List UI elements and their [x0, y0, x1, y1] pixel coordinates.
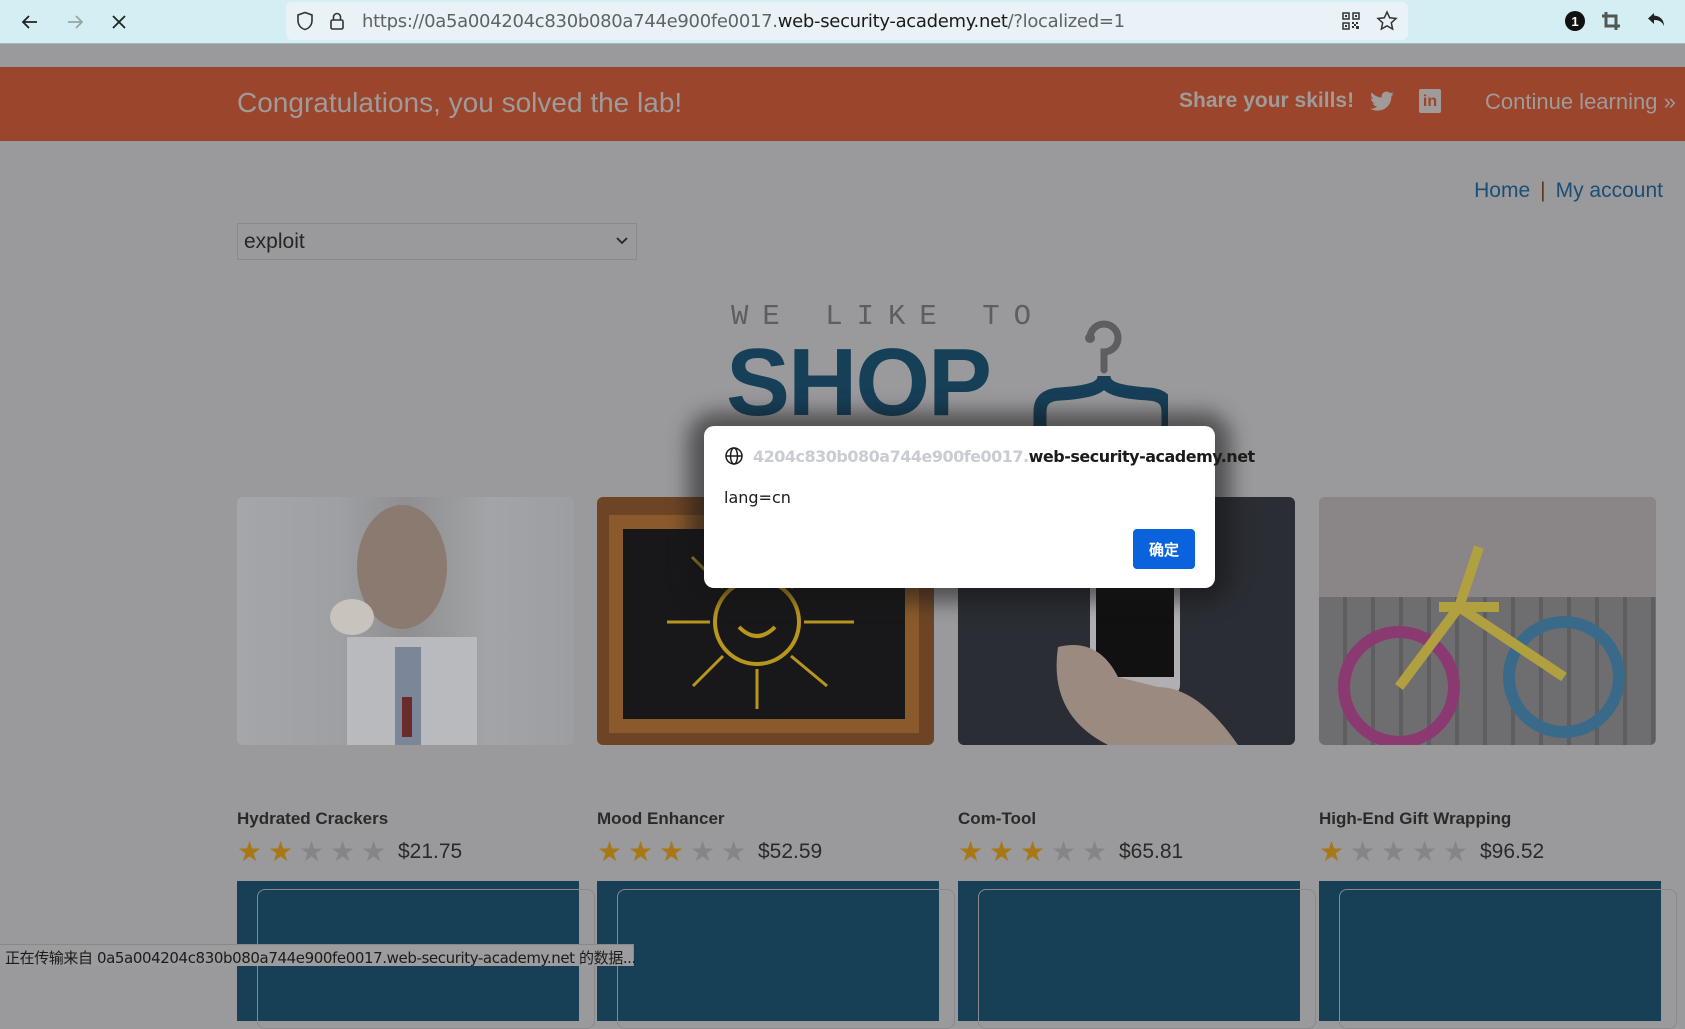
- product-name[interactable]: Com-Tool: [958, 809, 1036, 829]
- linkedin-icon[interactable]: in: [1419, 89, 1441, 113]
- url-prefix: https://0a5a004204c830b080a744e900fe0017…: [362, 11, 778, 32]
- chevron-right-icon: »: [1663, 89, 1676, 114]
- star-filled-icon: ★: [989, 836, 1015, 867]
- lab-solved-banner: Congratulations, you solved the lab! Sha…: [0, 67, 1685, 141]
- star-empty-icon: ★: [299, 836, 325, 867]
- language-select-value: exploit: [244, 230, 305, 253]
- ok-button[interactable]: 确定: [1133, 529, 1195, 569]
- url-host: web-security-academy.net: [777, 11, 1008, 32]
- chevron-down-icon: [616, 232, 628, 250]
- star-empty-icon: ★: [1412, 836, 1438, 867]
- dialog-origin: 4204c830b080a744e900fe0017. web-security-…: [724, 446, 1255, 466]
- undo-icon: [1648, 13, 1664, 26]
- arrow-right-icon: [68, 15, 84, 29]
- forward-button[interactable]: [61, 8, 89, 36]
- product-price: $21.75: [398, 840, 463, 863]
- crop-icon: [1602, 12, 1620, 30]
- view-details-frame: [978, 889, 1316, 1029]
- star-filled-icon: ★: [268, 836, 294, 867]
- globe-icon: [725, 447, 743, 465]
- view-details-frame: [617, 889, 955, 1029]
- star-empty-icon: ★: [721, 836, 747, 867]
- browser-toolbar: https://0a5a004204c830b080a744e900fe0017…: [0, 0, 1685, 44]
- star-filled-icon: ★: [628, 836, 654, 867]
- star-filled-icon: ★: [958, 836, 984, 867]
- star-filled-icon: ★: [597, 836, 623, 867]
- continue-learning-link[interactable]: Continue learning »: [1485, 89, 1676, 115]
- star-empty-icon: ★: [1443, 836, 1469, 867]
- top-nav: Home | My account: [1474, 179, 1663, 203]
- status-bar: 正在传输来自 0a5a004204c830b080a744e900fe0017.…: [0, 944, 636, 967]
- shield-icon[interactable]: [294, 10, 316, 32]
- view-details-area[interactable]: [597, 881, 955, 1029]
- nav-separator: |: [1540, 179, 1546, 202]
- star-empty-icon: ★: [361, 836, 387, 867]
- share-label: Share your skills!: [1179, 89, 1355, 112]
- product-rating: ★ ★ ★ ★ ★ $21.75: [237, 837, 462, 867]
- dialog-origin-host: web-security-academy.net: [1028, 446, 1256, 466]
- extension-badge-button[interactable]: 1: [1562, 8, 1588, 34]
- product-price: $65.81: [1119, 840, 1184, 863]
- my-account-link[interactable]: My account: [1556, 179, 1663, 202]
- arrow-left-icon: [21, 15, 37, 29]
- star-empty-icon: ★: [1082, 836, 1108, 867]
- star-filled-icon: ★: [237, 836, 263, 867]
- language-select[interactable]: exploit: [237, 223, 637, 260]
- continue-learning-label: Continue learning: [1485, 89, 1658, 114]
- view-details-area[interactable]: [1319, 881, 1677, 1029]
- back-button[interactable]: [16, 8, 44, 36]
- star-empty-icon: ★: [690, 836, 716, 867]
- alert-dialog: 4204c830b080a744e900fe0017. web-security-…: [704, 426, 1255, 588]
- product-rating: ★ ★ ★ ★ ★ $96.52: [1319, 837, 1544, 867]
- star-empty-icon: ★: [330, 836, 356, 867]
- product-rating: ★ ★ ★ ★ ★ $52.59: [597, 837, 822, 867]
- product-image[interactable]: [1319, 497, 1656, 745]
- close-icon: [112, 15, 126, 29]
- lock-icon[interactable]: [326, 10, 348, 32]
- product-name[interactable]: Hydrated Crackers: [237, 809, 388, 829]
- view-details-area[interactable]: [958, 881, 1316, 1029]
- product-name[interactable]: High-End Gift Wrapping: [1319, 809, 1511, 829]
- undo-button[interactable]: [1644, 8, 1670, 34]
- address-bar[interactable]: https://0a5a004204c830b080a744e900fe0017…: [286, 2, 1408, 40]
- twitter-icon[interactable]: [1369, 91, 1395, 118]
- product-price: $52.59: [758, 840, 823, 863]
- view-details-frame: [1339, 889, 1677, 1029]
- crop-button[interactable]: [1598, 8, 1624, 34]
- star-filled-icon: ★: [1319, 836, 1345, 867]
- product-price: $96.52: [1480, 840, 1545, 863]
- congrats-message: Congratulations, you solved the lab!: [237, 87, 683, 118]
- url-suffix: /?localized=1: [1007, 11, 1125, 32]
- url-text[interactable]: https://0a5a004204c830b080a744e900fe0017…: [362, 11, 1125, 32]
- star-filled-icon: ★: [659, 836, 685, 867]
- qr-code-icon[interactable]: [1340, 10, 1362, 32]
- stop-button[interactable]: [105, 8, 133, 36]
- star-empty-icon: ★: [1381, 836, 1407, 867]
- product-image[interactable]: [237, 497, 574, 745]
- star-outline-icon[interactable]: [1376, 10, 1398, 32]
- badge-count: 1: [1571, 13, 1579, 29]
- star-filled-icon: ★: [1020, 836, 1046, 867]
- product-name[interactable]: Mood Enhancer: [597, 809, 725, 829]
- dialog-message: lang=cn: [724, 488, 791, 507]
- home-link[interactable]: Home: [1474, 179, 1530, 202]
- star-empty-icon: ★: [1051, 836, 1077, 867]
- star-empty-icon: ★: [1350, 836, 1376, 867]
- dialog-origin-faded: 4204c830b080a744e900fe0017.: [753, 446, 1029, 466]
- product-rating: ★ ★ ★ ★ ★ $65.81: [958, 837, 1183, 867]
